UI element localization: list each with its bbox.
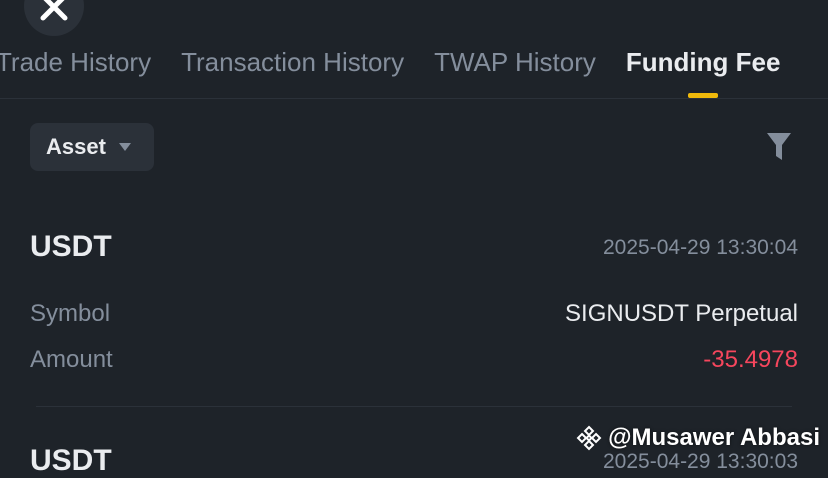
caret-down-icon (118, 143, 131, 151)
record-time: 2025-04-29 13:30:03 (603, 450, 798, 473)
asset-filter-dropdown[interactable]: Asset (30, 123, 154, 171)
history-tabs: Trade History Transaction History TWAP H… (0, 44, 810, 84)
tabs-divider (0, 98, 828, 99)
watermark: @Musawer Abbasi (576, 424, 820, 452)
binance-logo-icon (576, 425, 602, 451)
tab-funding-fee[interactable]: Funding Fee (626, 44, 781, 84)
filter-button[interactable] (766, 132, 792, 167)
record-asset: USDT (30, 230, 112, 263)
tab-trade-history[interactable]: Trade History (0, 44, 151, 84)
close-icon (40, 0, 68, 21)
watermark-text: @Musawer Abbasi (608, 424, 820, 451)
tab-transaction-history[interactable]: Transaction History (181, 44, 404, 84)
tab-twap-history[interactable]: TWAP History (434, 44, 596, 84)
record-time: 2025-04-29 13:30:04 (603, 236, 798, 259)
amount-value: -35.4978 (703, 346, 798, 373)
amount-label: Amount (30, 346, 113, 373)
record-asset: USDT (30, 444, 112, 477)
symbol-value: SIGNUSDT Perpetual (565, 300, 798, 327)
record-divider (36, 406, 792, 407)
close-button[interactable] (24, 0, 84, 36)
funnel-icon (767, 133, 791, 160)
symbol-label: Symbol (30, 300, 111, 327)
asset-filter-label: Asset (46, 134, 106, 159)
